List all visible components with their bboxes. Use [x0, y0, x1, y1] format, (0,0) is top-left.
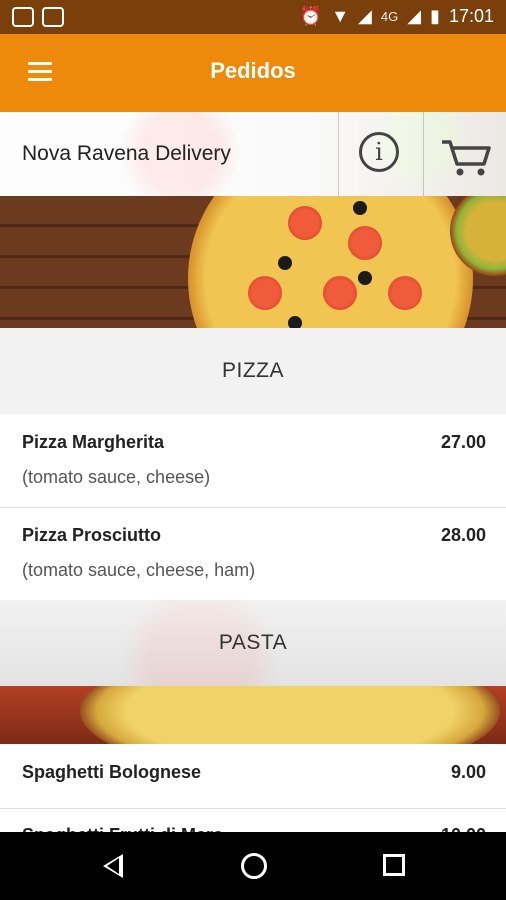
menu-item-pizza-prosciutto[interactable]: Pizza Prosciutto 28.00 (tomato sauce, ch… [0, 508, 506, 601]
signal-icon: ◢ [358, 6, 372, 26]
category-header-pasta: PASTA [0, 600, 506, 686]
page-title: Pedidos [210, 58, 296, 83]
item-price: 27.00 [440, 432, 486, 452]
gallery-notification-icon [42, 7, 64, 27]
item-name: Spaghetti Bolognese [22, 762, 202, 782]
alarm-icon: ⏰ [299, 6, 323, 26]
back-icon[interactable] [103, 854, 123, 878]
wifi-icon: ▼ [331, 6, 350, 26]
divider [338, 112, 339, 196]
battery-icon: ▮ [430, 6, 440, 26]
store-name: Nova Ravena Delivery [22, 142, 231, 165]
network-type: 4G [380, 9, 399, 24]
system-navigation-bar [0, 832, 506, 900]
notification-app-icon [12, 7, 34, 27]
clock: 17:01 [448, 6, 494, 26]
home-icon[interactable] [241, 853, 267, 879]
info-icon[interactable]: i [359, 132, 399, 172]
divider [423, 112, 424, 196]
store-banner-image [0, 196, 506, 328]
signal-icon-2: ◢ [407, 6, 422, 26]
item-price: 28.00 [440, 525, 486, 545]
item-name: Pizza Margherita [22, 432, 165, 452]
item-description: (tomato sauce, cheese) [22, 467, 211, 487]
menu-item-spaghetti-bolognese[interactable]: Spaghetti Bolognese 9.00 [0, 744, 506, 809]
pizza-image [188, 196, 473, 328]
menu-item-pizza-margherita[interactable]: Pizza Margherita 27.00 (tomato sauce, ch… [0, 414, 506, 508]
category-header-pizza: PIZZA [0, 328, 506, 414]
item-description: (tomato sauce, cheese, ham) [22, 560, 256, 580]
status-bar: ⏰ ▼ ◢ 4G ◢ ▮ 17:01 [0, 0, 506, 34]
item-name: Pizza Prosciutto [22, 525, 162, 545]
pasta-category-image [0, 686, 506, 744]
app-bar: Pedidos [0, 34, 506, 112]
cart-icon[interactable] [440, 138, 492, 178]
item-price: 9.00 [450, 762, 486, 782]
store-header: Nova Ravena Delivery i [0, 112, 506, 196]
recent-apps-icon[interactable] [383, 854, 405, 876]
